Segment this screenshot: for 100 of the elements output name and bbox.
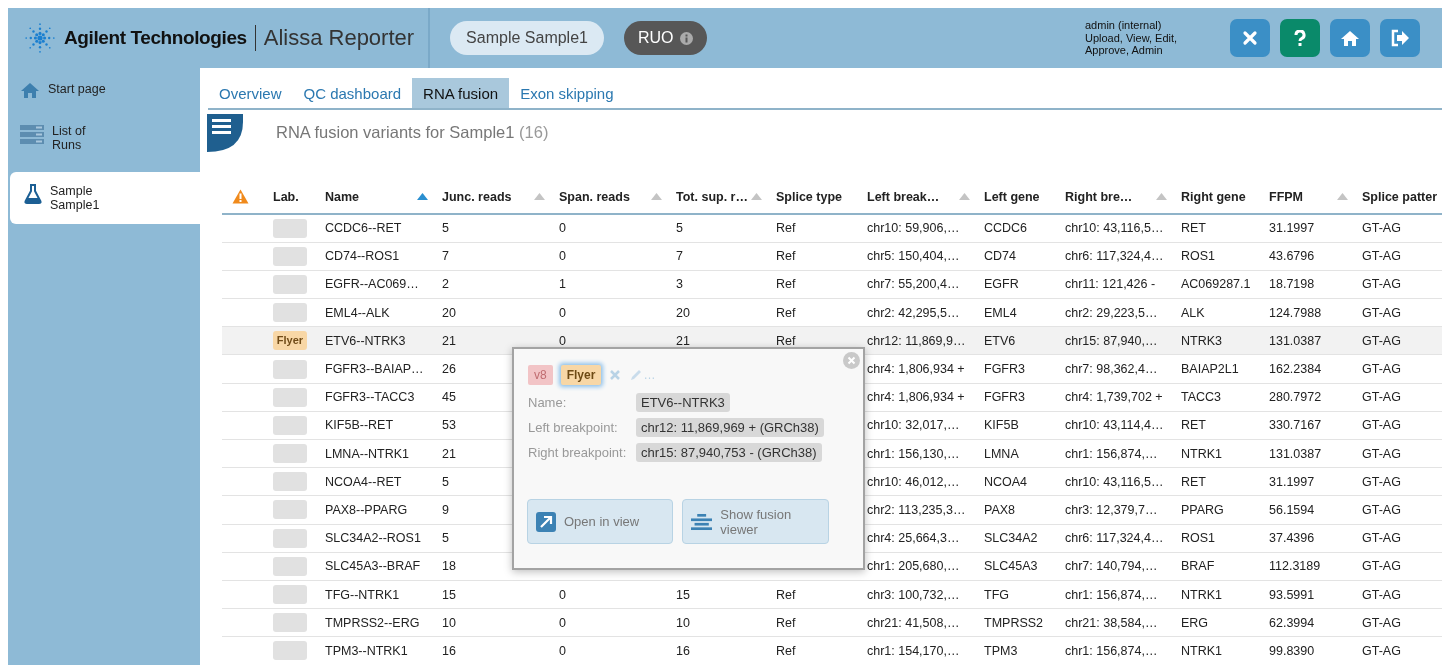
column-header[interactable]: Splice patter bbox=[1362, 189, 1438, 204]
table-row[interactable]: CCDC6--RET 5 0 5 Ref chr10: 59,906,… CCDC6 chr10: 43,116,5… RET 31.1997 GT-AG bbox=[222, 214, 1442, 243]
empty-label-slot[interactable] bbox=[273, 246, 307, 266]
table-cell: GT-AG bbox=[1362, 559, 1401, 574]
empty-label-slot[interactable] bbox=[273, 415, 307, 435]
sort-arrow-icon[interactable] bbox=[534, 193, 545, 200]
table-cell: ALK bbox=[1181, 305, 1205, 320]
empty-label-slot[interactable] bbox=[273, 218, 307, 238]
sample-pill[interactable]: Sample Sample1 bbox=[450, 21, 604, 55]
table-cell: 99.8390 bbox=[1269, 643, 1315, 658]
close-icon[interactable] bbox=[843, 352, 860, 369]
table-cell: 2 bbox=[442, 277, 449, 292]
tab[interactable]: QC dashboard bbox=[292, 78, 413, 108]
empty-label-slot[interactable] bbox=[273, 387, 307, 407]
table-cell: 131.0387 bbox=[1269, 446, 1322, 461]
empty-label-slot[interactable] bbox=[273, 613, 307, 633]
table-cell: CCDC6 bbox=[984, 221, 1028, 236]
column-header[interactable]: Tot. sup. r… bbox=[676, 189, 748, 204]
remove-icon[interactable] bbox=[609, 369, 622, 381]
tab[interactable]: RNA fusion bbox=[412, 78, 510, 108]
table-cell: 37.4396 bbox=[1269, 531, 1315, 546]
sidebar-item[interactable]: Sample Sample1 bbox=[10, 172, 200, 224]
column-header[interactable]: Name bbox=[325, 189, 360, 204]
logout-button[interactable] bbox=[1380, 19, 1420, 57]
table-row[interactable]: TPM3--NTRK1 16 0 16 Ref chr1: 154,170,… TPM3 chr1: 156,874,… NTRK1 99.8390 GT-AG bbox=[222, 636, 1442, 665]
empty-label-slot[interactable] bbox=[273, 359, 307, 379]
column-header[interactable]: Right bre… bbox=[1065, 189, 1133, 204]
sidebar-item[interactable]: List of Runs bbox=[8, 118, 200, 158]
empty-label-slot[interactable] bbox=[273, 500, 307, 520]
table-row[interactable]: EGFR--AC069… 2 1 3 Ref chr7: 55,200,4… EGFR chr11: 121,426 - AC069287.1 18.7198 GT-AG bbox=[222, 270, 1442, 299]
table-cell: 26 bbox=[442, 362, 456, 377]
column-header[interactable]: Span. reads bbox=[559, 189, 630, 204]
table-row[interactable]: EML4--ALK 20 0 20 Ref chr2: 42,295,5… EML4 chr2: 29,223,5… ALK 124.7988 GT-AG bbox=[222, 298, 1442, 327]
table-cell: SLC34A2--ROS1 bbox=[325, 531, 421, 546]
sort-arrow-icon[interactable] bbox=[1337, 193, 1348, 200]
table-cell: EML4 bbox=[984, 305, 1017, 320]
sort-arrow-icon[interactable] bbox=[959, 193, 970, 200]
sort-arrow-icon[interactable] bbox=[751, 193, 762, 200]
table-cell: Ref bbox=[776, 587, 796, 602]
column-header[interactable]: Left gene bbox=[984, 189, 1040, 204]
field-label: Right breakpoint: bbox=[528, 445, 628, 460]
table-cell: 0 bbox=[559, 305, 566, 320]
table-cell: GT-AG bbox=[1362, 502, 1401, 517]
column-header[interactable]: Left break… bbox=[867, 189, 940, 204]
info-icon bbox=[679, 31, 693, 45]
table-cell: RET bbox=[1181, 221, 1206, 236]
table-cell: PAX8--PPARG bbox=[325, 502, 408, 517]
table-row[interactable]: CD74--ROS1 7 0 7 Ref chr5: 150,404,… CD74 chr6: 117,324,4… ROS1 43.6796 GT-AG bbox=[222, 242, 1442, 271]
empty-label-slot[interactable] bbox=[273, 274, 307, 294]
table-cell: FGFR3--BAIAP… bbox=[325, 362, 424, 377]
table-cell: chr4: 1,806,934 + bbox=[867, 390, 965, 405]
table-row[interactable]: TMPRSS2--ERG 10 0 10 Ref chr21: 41,508,… TMPRSS2 chr21: 38,584,… ERG 62.3994 GT-AG bbox=[222, 608, 1442, 637]
column-header[interactable]: Lab. bbox=[273, 189, 299, 204]
table-cell: 0 bbox=[559, 249, 566, 264]
close-button[interactable] bbox=[1230, 19, 1270, 57]
pencil-icon[interactable] bbox=[629, 368, 644, 382]
home-button[interactable] bbox=[1330, 19, 1370, 57]
empty-label-slot[interactable] bbox=[273, 585, 307, 605]
tab[interactable]: Exon skipping bbox=[509, 78, 625, 108]
table-cell: TFG--NTRK1 bbox=[325, 587, 400, 602]
column-header[interactable]: FFPM bbox=[1269, 189, 1304, 204]
empty-label-slot[interactable] bbox=[273, 472, 307, 492]
fusion-viewer-button[interactable]: Show fusion viewer bbox=[682, 499, 829, 544]
table-cell: 20 bbox=[442, 305, 456, 320]
table-cell: NTRK1 bbox=[1181, 643, 1222, 658]
label-tag[interactable]: Flyer bbox=[273, 331, 307, 351]
table-cell: chr10: 59,906,… bbox=[867, 221, 960, 236]
sort-arrow-icon[interactable] bbox=[651, 193, 662, 200]
sidebar-item[interactable]: Start page bbox=[8, 76, 200, 104]
label-tag[interactable]: Flyer bbox=[560, 365, 602, 385]
table-cell: GT-AG bbox=[1362, 305, 1401, 320]
table-cell: GT-AG bbox=[1362, 418, 1401, 433]
open-in-view-button[interactable]: Open in view bbox=[527, 499, 673, 544]
column-header[interactable]: Splice type bbox=[776, 189, 842, 204]
field-label: Name: bbox=[528, 395, 568, 410]
empty-label-slot[interactable] bbox=[273, 444, 307, 464]
table-row[interactable]: Flyer ETV6--NTRK3 21 0 21 Ref chr12: 11,869,9… ETV6 chr15: 87,940,… NTRK3 131.0387 GT-AG bbox=[222, 326, 1442, 355]
table-cell: PPARG bbox=[1181, 502, 1224, 517]
column-header[interactable]: Junc. reads bbox=[442, 189, 512, 204]
table-cell: chr7: 55,200,4… bbox=[867, 277, 960, 292]
table-cell: chr21: 41,508,… bbox=[867, 615, 960, 630]
help-button[interactable] bbox=[1280, 19, 1320, 57]
table-cell: 16 bbox=[442, 643, 456, 658]
table-cell: chr11: 121,426 - bbox=[1065, 277, 1156, 292]
column-header[interactable]: Right gene bbox=[1181, 189, 1246, 204]
empty-label-slot[interactable] bbox=[273, 528, 307, 548]
table-row[interactable]: TFG--NTRK1 15 0 15 Ref chr3: 100,732,… TFG chr1: 156,874,… NTRK1 93.5991 GT-AG bbox=[222, 580, 1442, 609]
menu-icon[interactable] bbox=[207, 114, 243, 152]
table-cell: chr4: 25,664,3… bbox=[867, 531, 960, 546]
empty-label-slot[interactable] bbox=[273, 303, 307, 323]
sort-arrow-icon[interactable] bbox=[1156, 193, 1167, 200]
ruo-badge[interactable]: RUO bbox=[623, 21, 707, 55]
tab[interactable]: Overview bbox=[208, 78, 293, 108]
sort-arrow-icon[interactable] bbox=[417, 193, 428, 200]
table-cell: 330.7167 bbox=[1269, 418, 1322, 433]
table-cell: GT-AG bbox=[1362, 615, 1401, 630]
empty-label-slot[interactable] bbox=[273, 641, 307, 661]
close-icon bbox=[1242, 30, 1258, 46]
field-label: Left breakpoint: bbox=[528, 420, 619, 435]
empty-label-slot[interactable] bbox=[273, 556, 307, 576]
